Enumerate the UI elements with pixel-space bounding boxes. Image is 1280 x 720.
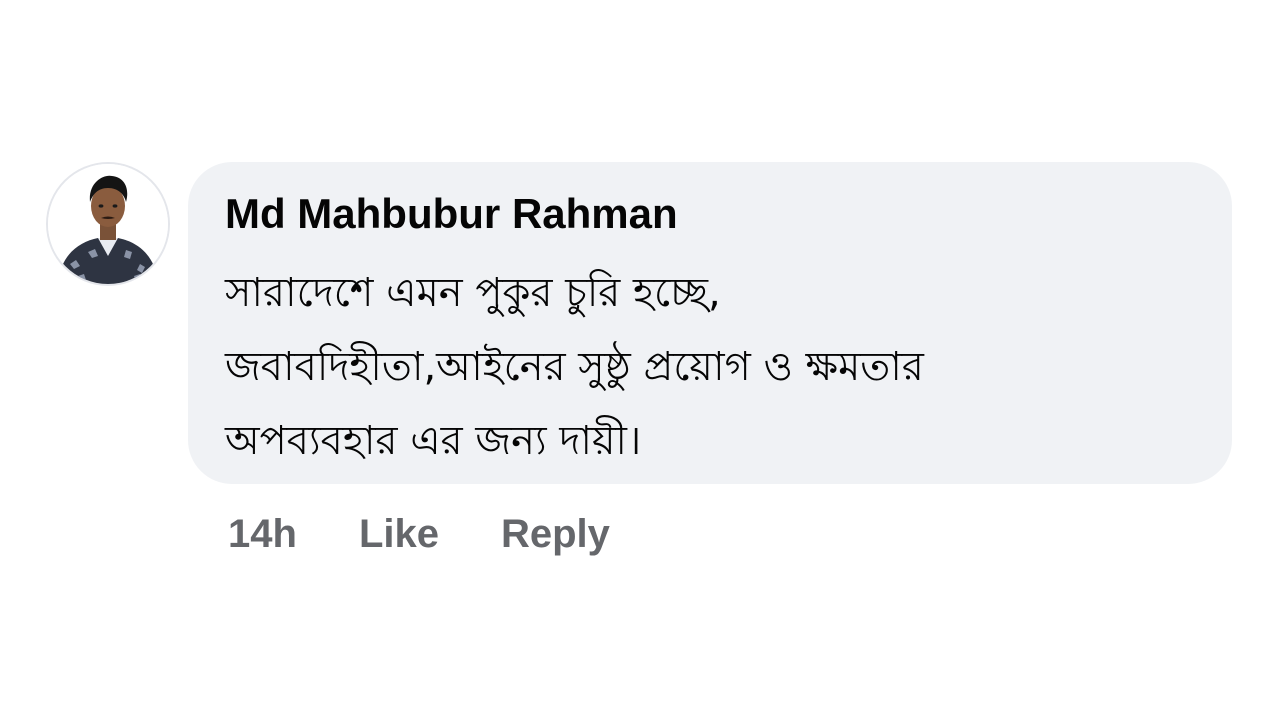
like-button[interactable]: Like — [359, 512, 439, 557]
comment-actions: 14h Like Reply — [228, 504, 610, 564]
comment-author[interactable]: Md Mahbubur Rahman — [225, 188, 1198, 240]
comment-bubble: Md Mahbubur Rahman সারাদেশে এমন পুকুর চু… — [188, 162, 1232, 484]
person-photo-icon — [48, 164, 168, 284]
avatar[interactable] — [48, 164, 168, 284]
comment-timestamp[interactable]: 14h — [228, 512, 297, 557]
comment-text: সারাদেশে এমন পুকুর চুরি হচ্ছে, জবাবদিহীত… — [225, 270, 924, 464]
reply-button[interactable]: Reply — [501, 512, 610, 557]
